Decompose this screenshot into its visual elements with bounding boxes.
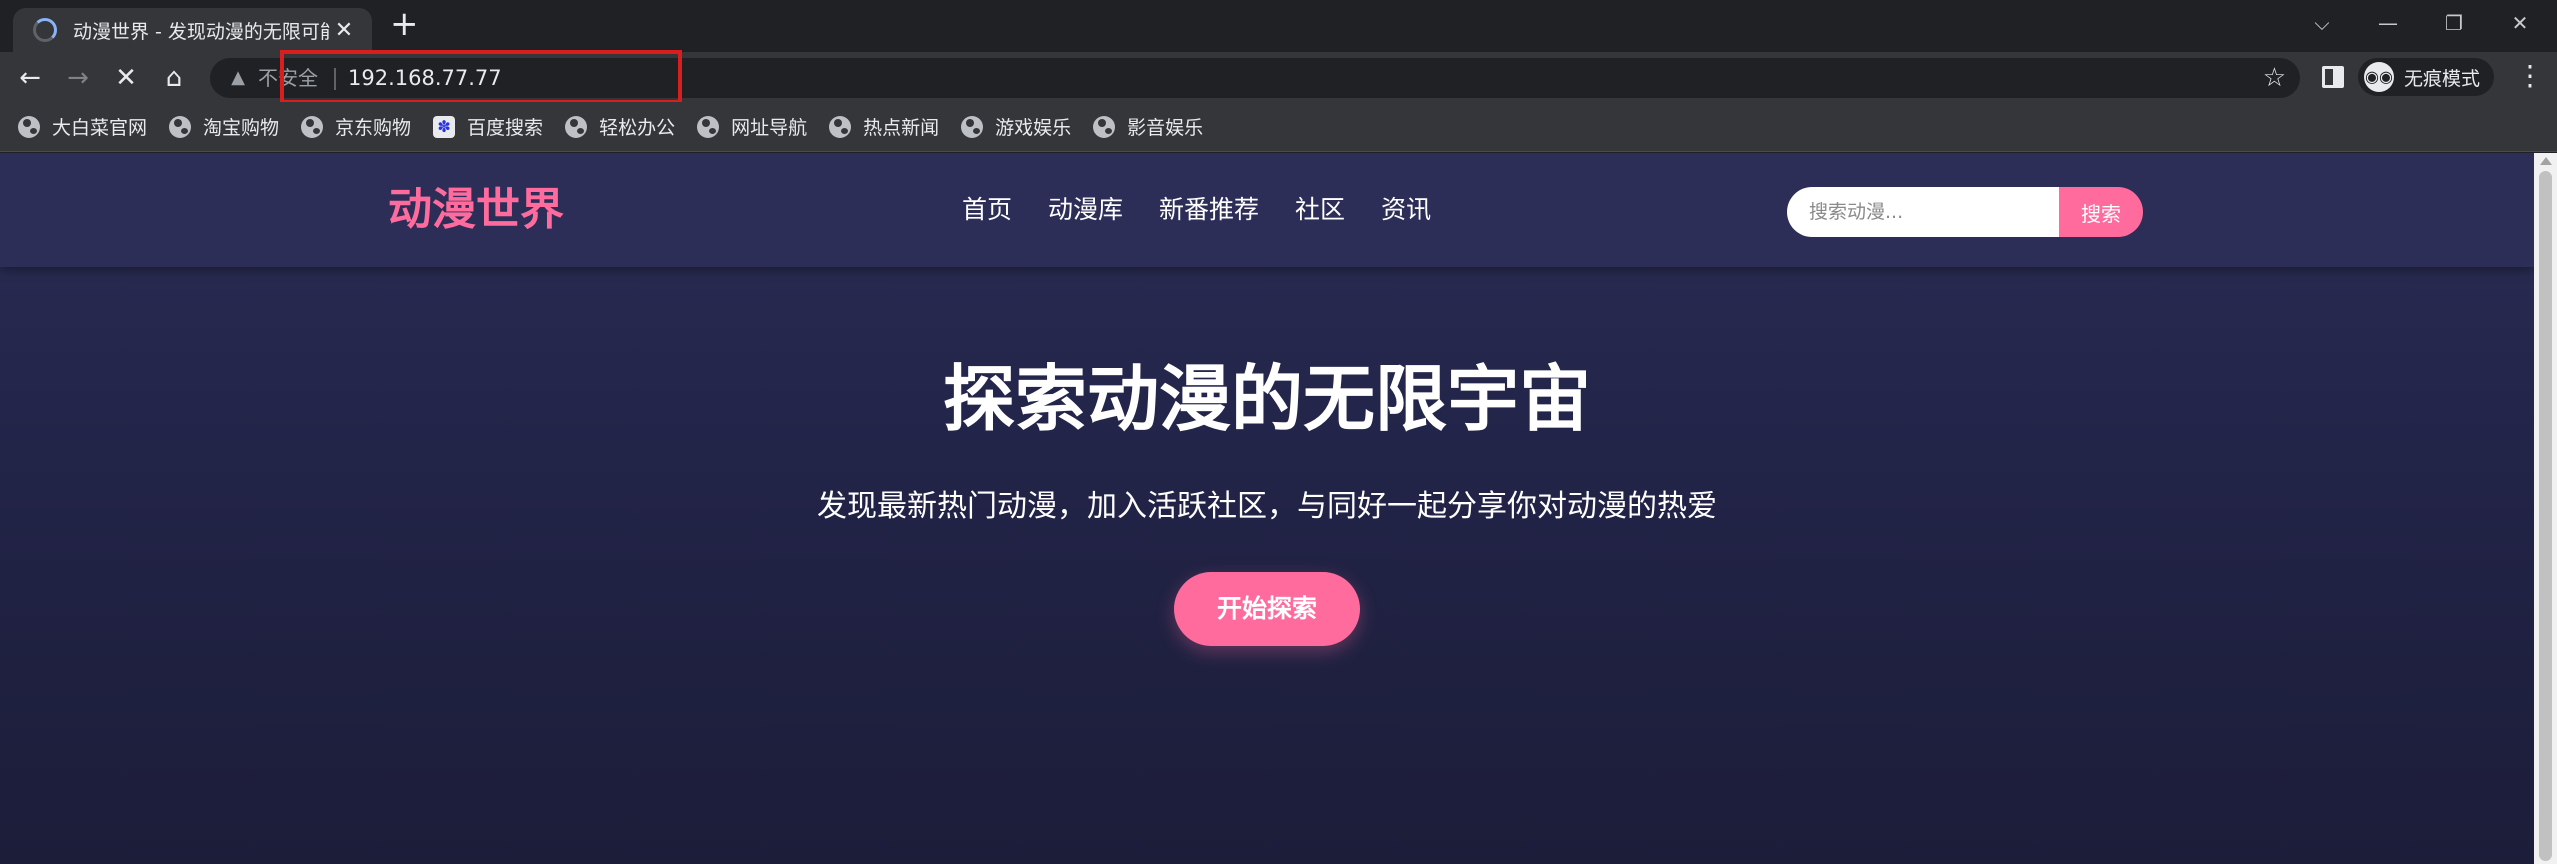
browser-toolbar: ← → ✕ ⌂ ▲ 不安全 192.168.77.77 ☆ ◉◉ 无痕模式 ⋮ xyxy=(0,52,2557,102)
bookmark-item[interactable]: 大白菜官网 xyxy=(18,113,147,140)
bookmark-item[interactable]: 影音娱乐 xyxy=(1093,113,1203,140)
bookmark-item[interactable]: 热点新闻 xyxy=(829,113,939,140)
loading-spinner-icon xyxy=(33,18,57,42)
nav-community[interactable]: 社区 xyxy=(1295,193,1345,227)
site-search: 搜索 xyxy=(1787,187,2143,237)
start-explore-button[interactable]: 开始探索 xyxy=(1174,572,1360,646)
bookmark-label: 京东购物 xyxy=(335,117,412,139)
globe-icon xyxy=(18,115,40,138)
security-label[interactable]: 不安全 xyxy=(258,66,318,90)
bookmark-label: 网址导航 xyxy=(731,117,808,139)
bookmarks-bar: 大白菜官网 淘宝购物 京东购物 ✽ 百度搜索 轻松办公 网址导航 热点新闻 游戏… xyxy=(0,102,2557,152)
address-divider xyxy=(334,68,336,90)
side-panel-icon[interactable] xyxy=(2322,66,2344,88)
site-header: 动漫世界 首页 动漫库 新番推荐 社区 资讯 搜索 xyxy=(0,153,2534,267)
site-logo[interactable]: 动漫世界 xyxy=(388,185,564,235)
nav-news[interactable]: 资讯 xyxy=(1381,193,1431,227)
incognito-label: 无痕模式 xyxy=(2404,67,2481,90)
scroll-up-arrow-icon[interactable] xyxy=(2540,157,2552,165)
bookmark-item[interactable]: 京东购物 xyxy=(301,113,411,140)
bookmark-label: 淘宝购物 xyxy=(203,117,280,139)
nav-anime-library[interactable]: 动漫库 xyxy=(1048,193,1123,227)
bookmark-label: 影音娱乐 xyxy=(1127,117,1204,139)
minimize-button[interactable]: — xyxy=(2368,6,2408,40)
stop-loading-button[interactable]: ✕ xyxy=(110,62,142,94)
page-viewport: 动漫世界 首页 动漫库 新番推荐 社区 资讯 搜索 探索动漫的无限宇宙 发现最新… xyxy=(0,153,2534,864)
search-button[interactable]: 搜索 xyxy=(2059,187,2143,237)
bookmark-label: 热点新闻 xyxy=(863,117,940,139)
baidu-paw-icon: ✽ xyxy=(433,115,456,138)
tab-strip: 动漫世界 - 发现动漫的无限可能 ✕ + ⌵ — ❐ ✕ xyxy=(0,0,2557,52)
browser-tab[interactable]: 动漫世界 - 发现动漫的无限可能 ✕ xyxy=(13,8,372,52)
bookmark-label: 百度搜索 xyxy=(467,117,544,139)
globe-icon xyxy=(565,115,588,138)
bookmark-label: 游戏娱乐 xyxy=(995,117,1072,139)
nav-new-season[interactable]: 新番推荐 xyxy=(1159,193,1259,227)
incognito-icon: ◉◉ xyxy=(2364,62,2394,92)
restore-button[interactable]: ❐ xyxy=(2434,6,2474,40)
globe-icon xyxy=(697,115,720,138)
tab-title: 动漫世界 - 发现动漫的无限可能 xyxy=(73,20,330,43)
browser-menu-icon[interactable]: ⋮ xyxy=(2516,60,2544,92)
hero-subtitle: 发现最新热门动漫，加入活跃社区，与同好一起分享你对动漫的热爱 xyxy=(817,489,1717,524)
bookmark-item[interactable]: 轻松办公 xyxy=(565,113,675,140)
nav-home[interactable]: 首页 xyxy=(962,193,1012,227)
main-nav: 首页 动漫库 新番推荐 社区 资讯 xyxy=(962,193,1467,227)
window-close-button[interactable]: ✕ xyxy=(2500,6,2540,40)
bookmark-label: 大白菜官网 xyxy=(52,117,148,139)
bookmark-item[interactable]: 网址导航 xyxy=(697,113,807,140)
bookmark-item[interactable]: 游戏娱乐 xyxy=(961,113,1071,140)
bookmark-item[interactable]: 淘宝购物 xyxy=(169,113,279,140)
url-text[interactable]: 192.168.77.77 xyxy=(348,65,502,91)
incognito-profile-button[interactable]: ◉◉ 无痕模式 xyxy=(2358,58,2494,96)
forward-button[interactable]: → xyxy=(62,62,94,94)
globe-icon xyxy=(169,115,192,138)
address-bar[interactable]: ▲ 不安全 192.168.77.77 ☆ xyxy=(210,58,2300,98)
bookmark-star-icon[interactable]: ☆ xyxy=(2263,64,2286,92)
bookmark-item[interactable]: ✽ 百度搜索 xyxy=(433,113,543,140)
scrollbar-thumb[interactable] xyxy=(2539,171,2552,861)
globe-icon xyxy=(961,115,984,138)
warning-icon[interactable]: ▲ xyxy=(228,68,248,88)
tab-search-chevron-icon[interactable]: ⌵ xyxy=(2302,6,2342,40)
back-button[interactable]: ← xyxy=(14,62,46,94)
globe-icon xyxy=(1093,115,1116,138)
hero-title: 探索动漫的无限宇宙 xyxy=(942,357,1591,441)
new-tab-button[interactable]: + xyxy=(390,7,419,41)
search-input[interactable] xyxy=(1787,187,2059,237)
home-button[interactable]: ⌂ xyxy=(158,62,190,94)
tab-close-icon[interactable]: ✕ xyxy=(330,18,358,43)
page-scrollbar[interactable] xyxy=(2534,153,2557,864)
bookmark-label: 轻松办公 xyxy=(599,117,676,139)
globe-icon xyxy=(829,115,852,138)
globe-icon xyxy=(301,115,324,138)
